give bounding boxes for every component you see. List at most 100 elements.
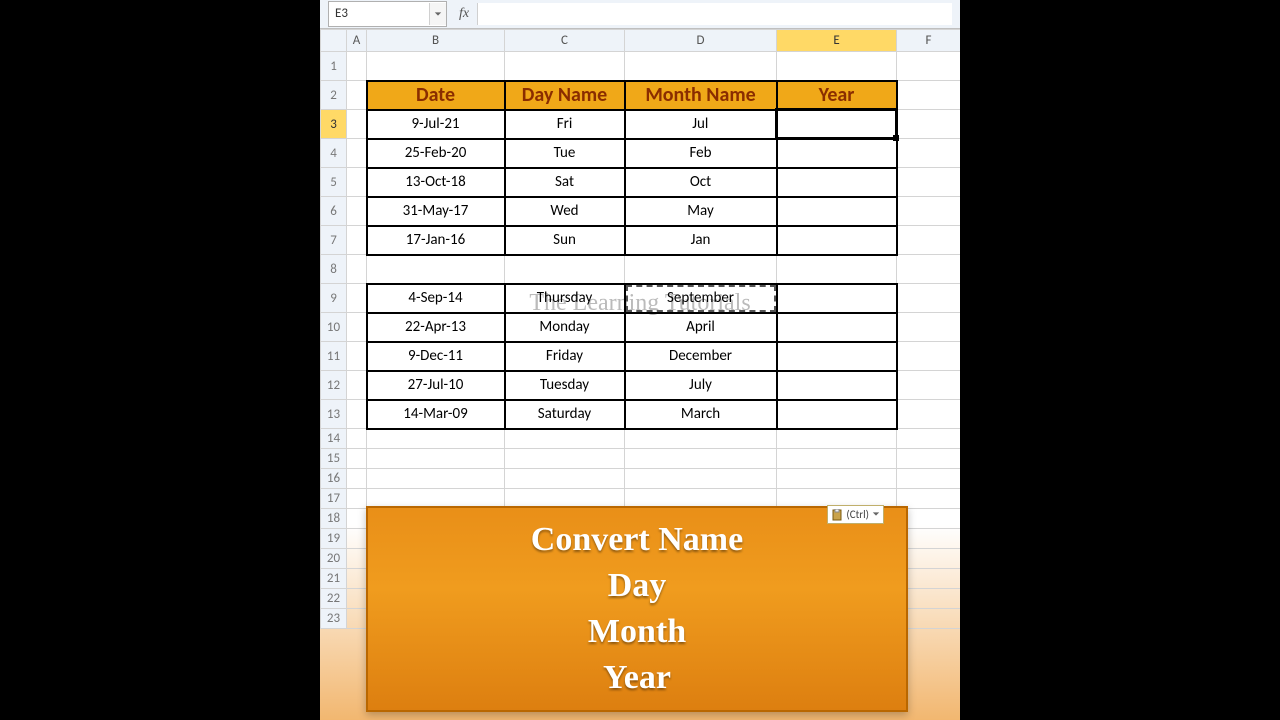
cell-A16[interactable] <box>347 469 367 489</box>
name-box-dropdown[interactable] <box>429 3 446 25</box>
cell-F16[interactable] <box>897 469 961 489</box>
cell-F10[interactable] <box>897 313 961 342</box>
cell-D3[interactable]: Jul <box>625 110 777 139</box>
row-header-3[interactable]: 3 <box>321 110 347 139</box>
select-all-corner[interactable] <box>321 30 347 52</box>
col-header-B[interactable]: B <box>367 30 505 52</box>
cell-D14[interactable] <box>625 429 777 449</box>
row-header-15[interactable]: 15 <box>321 449 347 469</box>
cell-B2[interactable]: Date <box>367 81 505 110</box>
col-header-E[interactable]: E <box>777 30 897 52</box>
cell-C9[interactable]: Thursday <box>505 284 625 313</box>
cell-E13[interactable] <box>777 400 897 429</box>
col-header-C[interactable]: C <box>505 30 625 52</box>
cell-B5[interactable]: 13-Oct-18 <box>367 168 505 197</box>
cell-D16[interactable] <box>625 469 777 489</box>
cell-A7[interactable] <box>347 226 367 255</box>
cell-A4[interactable] <box>347 139 367 168</box>
cell-C14[interactable] <box>505 429 625 449</box>
cell-F5[interactable] <box>897 168 961 197</box>
cell-D8[interactable] <box>625 255 777 284</box>
row-header-13[interactable]: 13 <box>321 400 347 429</box>
cell-C1[interactable] <box>505 52 625 81</box>
insert-function-button[interactable]: fx <box>455 6 473 22</box>
row-header-9[interactable]: 9 <box>321 284 347 313</box>
cell-A20[interactable] <box>347 549 367 569</box>
row-header-10[interactable]: 10 <box>321 313 347 342</box>
row-header-19[interactable]: 19 <box>321 529 347 549</box>
cell-A6[interactable] <box>347 197 367 226</box>
cell-A18[interactable] <box>347 509 367 529</box>
row-header-18[interactable]: 18 <box>321 509 347 529</box>
row-header-8[interactable]: 8 <box>321 255 347 284</box>
cell-D1[interactable] <box>625 52 777 81</box>
cell-C7[interactable]: Sun <box>505 226 625 255</box>
cell-C12[interactable]: Tuesday <box>505 371 625 400</box>
cell-A8[interactable] <box>347 255 367 284</box>
cell-E12[interactable] <box>777 371 897 400</box>
cell-C15[interactable] <box>505 449 625 469</box>
cell-C10[interactable]: Monday <box>505 313 625 342</box>
cell-E8[interactable] <box>777 255 897 284</box>
cell-F8[interactable] <box>897 255 961 284</box>
paste-options-tag[interactable]: (Ctrl) <box>827 505 884 524</box>
cell-F2[interactable] <box>897 81 961 110</box>
col-header-D[interactable]: D <box>625 30 777 52</box>
cell-F6[interactable] <box>897 197 961 226</box>
cell-D4[interactable]: Feb <box>625 139 777 168</box>
cell-D11[interactable]: December <box>625 342 777 371</box>
cell-E4[interactable] <box>777 139 897 168</box>
row-header-17[interactable]: 17 <box>321 489 347 509</box>
cell-F4[interactable] <box>897 139 961 168</box>
cell-E3[interactable] <box>777 110 897 139</box>
row-header-20[interactable]: 20 <box>321 549 347 569</box>
cell-D5[interactable]: Oct <box>625 168 777 197</box>
cell-E5[interactable] <box>777 168 897 197</box>
cell-B7[interactable]: 17-Jan-16 <box>367 226 505 255</box>
cell-B4[interactable]: 25-Feb-20 <box>367 139 505 168</box>
cell-A13[interactable] <box>347 400 367 429</box>
cell-A12[interactable] <box>347 371 367 400</box>
paste-options-dropdown[interactable] <box>872 508 880 521</box>
row-header-11[interactable]: 11 <box>321 342 347 371</box>
cell-F15[interactable] <box>897 449 961 469</box>
cell-A23[interactable] <box>347 609 367 629</box>
cell-B11[interactable]: 9-Dec-11 <box>367 342 505 371</box>
cell-F12[interactable] <box>897 371 961 400</box>
cell-D9[interactable]: September <box>625 284 777 313</box>
cell-E14[interactable] <box>777 429 897 449</box>
row-header-23[interactable]: 23 <box>321 609 347 629</box>
cell-B15[interactable] <box>367 449 505 469</box>
cell-A10[interactable] <box>347 313 367 342</box>
row-header-16[interactable]: 16 <box>321 469 347 489</box>
cell-C16[interactable] <box>505 469 625 489</box>
cell-C3[interactable]: Fri <box>505 110 625 139</box>
row-header-21[interactable]: 21 <box>321 569 347 589</box>
formula-input[interactable] <box>477 3 952 25</box>
cell-E6[interactable] <box>777 197 897 226</box>
cell-E9[interactable] <box>777 284 897 313</box>
cell-E11[interactable] <box>777 342 897 371</box>
cell-F3[interactable] <box>897 110 961 139</box>
cell-E15[interactable] <box>777 449 897 469</box>
cell-E10[interactable] <box>777 313 897 342</box>
cell-C6[interactable]: Wed <box>505 197 625 226</box>
cell-B9[interactable]: 4-Sep-14 <box>367 284 505 313</box>
cell-D12[interactable]: July <box>625 371 777 400</box>
cell-B14[interactable] <box>367 429 505 449</box>
col-header-A[interactable]: A <box>347 30 367 52</box>
cell-A5[interactable] <box>347 168 367 197</box>
cell-A22[interactable] <box>347 589 367 609</box>
cell-B6[interactable]: 31-May-17 <box>367 197 505 226</box>
cell-A1[interactable] <box>347 52 367 81</box>
cell-B13[interactable]: 14-Mar-09 <box>367 400 505 429</box>
row-header-5[interactable]: 5 <box>321 168 347 197</box>
row-header-14[interactable]: 14 <box>321 429 347 449</box>
row-header-7[interactable]: 7 <box>321 226 347 255</box>
row-header-2[interactable]: 2 <box>321 81 347 110</box>
cell-A21[interactable] <box>347 569 367 589</box>
row-header-6[interactable]: 6 <box>321 197 347 226</box>
name-box-value[interactable]: E3 <box>329 3 429 25</box>
cell-E16[interactable] <box>777 469 897 489</box>
cell-C5[interactable]: Sat <box>505 168 625 197</box>
